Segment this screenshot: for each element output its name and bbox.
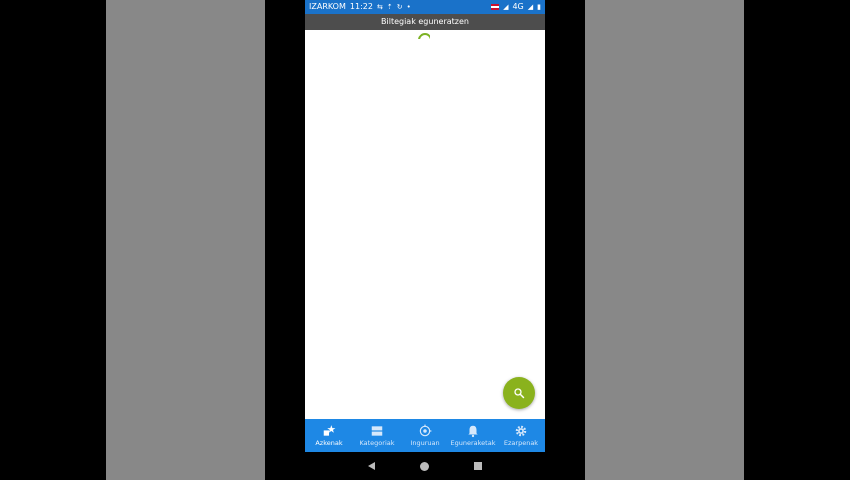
back-icon[interactable] <box>367 462 375 470</box>
nav-item-ezarpenak[interactable]: Ezarpenak <box>497 419 545 452</box>
signal-icon: ◢ <box>503 3 509 11</box>
search-icon <box>514 388 525 399</box>
categories-icon <box>371 426 383 436</box>
update-banner: Biltegiak eguneratzen <box>305 14 545 30</box>
nav-item-inguruan[interactable]: Inguruan <box>401 419 449 452</box>
notification-icon: ⇆ <box>376 3 383 11</box>
nav-label: Azkenak <box>315 439 343 447</box>
network-type: 4G <box>512 2 524 11</box>
sync-icon: ↻ <box>396 3 403 11</box>
home-icon[interactable] <box>419 461 429 471</box>
system-navigation-bar <box>305 452 545 480</box>
gear-icon <box>515 425 527 437</box>
nav-item-azkenak[interactable]: Azkenak <box>305 419 353 452</box>
star-new-icon <box>323 425 336 436</box>
search-button[interactable] <box>503 377 535 409</box>
nav-item-eguneraketak[interactable]: Eguneraketak <box>449 419 497 452</box>
right-backdrop <box>585 0 744 480</box>
battery-icon: ▮ <box>537 3 541 11</box>
signal-bars-icon: ◢ <box>527 3 534 11</box>
loading-spinner-icon <box>418 33 430 39</box>
recent-apps-icon[interactable] <box>474 462 483 470</box>
nav-label: Kategoriak <box>359 439 395 447</box>
upload-icon: ⇡ <box>386 3 393 11</box>
status-bar: IZARKOM 11:22 ⇆ ⇡ ↻ • ◢ 4G ◢ ▮ <box>305 0 545 14</box>
nav-label: Eguneraketak <box>450 439 496 447</box>
nav-label: Inguruan <box>410 439 440 447</box>
phone-frame: IZARKOM 11:22 ⇆ ⇡ ↻ • ◢ 4G ◢ ▮ Biltegiak… <box>265 0 585 480</box>
bottom-navigation: Azkenak Kategoriak Inguruan Eguneraketak… <box>305 419 545 452</box>
phone-screen: IZARKOM 11:22 ⇆ ⇡ ↻ • ◢ 4G ◢ ▮ Biltegiak… <box>305 0 545 480</box>
nav-label: Ezarpenak <box>503 439 539 447</box>
bell-icon <box>468 425 478 438</box>
main-content <box>305 30 545 419</box>
flag-icon <box>491 4 500 10</box>
carrier-name: IZARKOM <box>309 2 346 11</box>
status-time: 11:22 <box>349 2 373 11</box>
left-backdrop <box>106 0 265 480</box>
nearby-icon <box>419 424 432 437</box>
nav-item-kategoriak[interactable]: Kategoriak <box>353 419 401 452</box>
dot-icon: • <box>406 3 411 11</box>
